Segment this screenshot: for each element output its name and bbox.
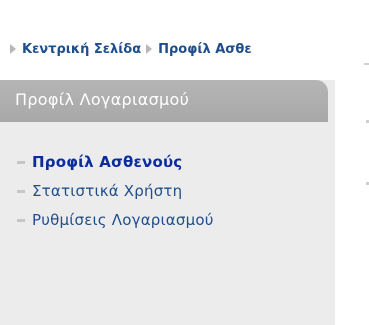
dash-bullet-icon: [17, 189, 25, 193]
breadcrumb-home-link[interactable]: Κεντρική Σελίδα: [22, 42, 141, 57]
panel-header: Προφίλ Λογαριασμού: [0, 80, 328, 122]
menu-item-patient-profile[interactable]: Προφίλ Ασθενούς: [17, 148, 214, 176]
dash-bullet-icon: [17, 160, 25, 164]
dash-bullet-icon: [17, 218, 25, 222]
menu-item-account-settings[interactable]: Ρυθμίσεις Λογαριασμού: [17, 206, 214, 234]
account-menu: Προφίλ Ασθενούς Στατιστικά Χρήστη Ρυθμίσ…: [17, 148, 214, 235]
page: Κεντρική Σελίδα Προφίλ Ασθε Προφίλ Λογαρ…: [0, 0, 369, 325]
menu-link-account-settings[interactable]: Ρυθμίσεις Λογαριασμού: [32, 211, 214, 229]
breadcrumb: Κεντρική Σελίδα Προφίλ Ασθε: [9, 38, 369, 60]
panel-body: Προφίλ Ασθενούς Στατιστικά Χρήστη Ρυθμίσ…: [0, 122, 335, 325]
menu-item-user-statistics[interactable]: Στατιστικά Χρήστη: [17, 177, 214, 205]
triangle-right-icon: [10, 44, 16, 54]
menu-link-user-statistics[interactable]: Στατιστικά Χρήστη: [32, 182, 182, 200]
divider: [364, 63, 369, 65]
panel-title: Προφίλ Λογαριασμού: [15, 90, 190, 109]
triangle-right-icon: [146, 44, 153, 54]
menu-link-patient-profile[interactable]: Προφίλ Ασθενούς: [32, 153, 182, 171]
account-profile-panel: Προφίλ Λογαριασμού Προφίλ Ασθενούς Στατι…: [0, 80, 335, 325]
breadcrumb-patient-profile-link[interactable]: Προφίλ Ασθε: [158, 42, 251, 57]
